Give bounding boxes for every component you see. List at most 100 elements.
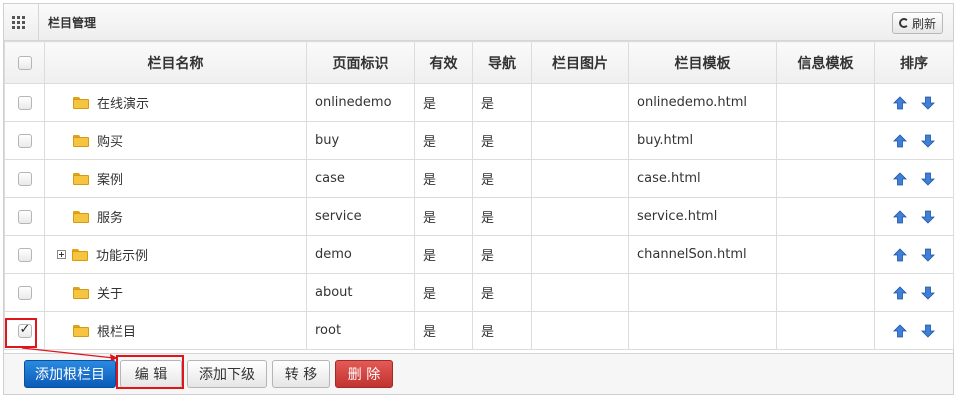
table-row[interactable]: 关于 about 是是 bbox=[4, 273, 954, 312]
table-row[interactable]: 功能示例 demo 是是 channelSon.html bbox=[4, 235, 954, 274]
info-template-cell bbox=[776, 121, 875, 160]
image-cell bbox=[531, 197, 629, 236]
nav-cell: 是 bbox=[472, 311, 532, 350]
sort-cell bbox=[874, 159, 954, 198]
add-child-button[interactable]: 添加下级 bbox=[187, 360, 267, 388]
column-header: 栏目图片 bbox=[531, 41, 629, 84]
move-up-icon[interactable] bbox=[893, 323, 907, 338]
annotation-arrow-icon bbox=[21, 347, 118, 361]
table-row[interactable]: 购买 buy 是是 buy.html bbox=[4, 121, 954, 160]
info-template-cell bbox=[776, 83, 875, 122]
move-down-icon[interactable] bbox=[921, 286, 935, 300]
channel-name: 功能示例 bbox=[96, 249, 149, 264]
refresh-label: 刷新 bbox=[911, 16, 936, 31]
channel-name: 在线演示 bbox=[97, 97, 150, 112]
template-cell: onlinedemo.html bbox=[628, 83, 777, 122]
move-down-icon[interactable] bbox=[921, 134, 935, 148]
row-checkbox[interactable] bbox=[17, 247, 32, 262]
move-up-icon[interactable] bbox=[893, 171, 907, 186]
folder-icon bbox=[73, 324, 89, 337]
valid-cell: 是 bbox=[414, 311, 473, 350]
row-checkbox[interactable] bbox=[17, 133, 32, 148]
table-row[interactable]: 服务 service 是是 service.html bbox=[4, 197, 954, 236]
table-row[interactable]: 在线演示 onlinedemo 是是 onlinedemo.html bbox=[4, 83, 954, 122]
move-up-icon[interactable] bbox=[893, 285, 907, 300]
row-checkbox[interactable] bbox=[17, 209, 32, 224]
panel-header: 栏目管理 刷新 bbox=[4, 4, 953, 41]
channel-name: 服务 bbox=[97, 211, 124, 226]
channel-name: 购买 bbox=[97, 135, 124, 150]
row-checkbox[interactable] bbox=[17, 171, 32, 186]
name-cell: 案例 bbox=[44, 159, 307, 198]
template-cell: service.html bbox=[628, 197, 777, 236]
move-up-icon[interactable] bbox=[893, 247, 907, 262]
delete-button[interactable]: 删 除 bbox=[335, 360, 393, 388]
image-cell bbox=[531, 159, 629, 198]
template-cell bbox=[628, 311, 777, 350]
info-template-cell bbox=[776, 159, 875, 198]
name-cell: 服务 bbox=[44, 197, 307, 236]
template-cell bbox=[628, 273, 777, 312]
folder-icon bbox=[73, 172, 89, 185]
grid-icon bbox=[12, 16, 26, 30]
page-id-cell: service bbox=[306, 197, 415, 236]
add-root-button[interactable]: 添加根栏目 bbox=[24, 360, 116, 388]
valid-cell: 是 bbox=[414, 197, 473, 236]
valid-cell: 是 bbox=[414, 273, 473, 312]
table-row[interactable]: 根栏目root是是 bbox=[4, 311, 954, 350]
column-header: 栏目名称 bbox=[44, 41, 307, 84]
channel-name: 案例 bbox=[97, 173, 124, 188]
move-up-icon[interactable] bbox=[893, 133, 907, 148]
move-down-icon[interactable] bbox=[921, 248, 935, 262]
image-cell bbox=[531, 273, 629, 312]
image-cell bbox=[531, 235, 629, 274]
move-up-icon[interactable] bbox=[893, 209, 907, 224]
move-up-icon[interactable] bbox=[893, 95, 907, 110]
valid-cell: 是 bbox=[414, 235, 473, 274]
channel-panel: 栏目管理 刷新 栏目名称 页面标识 有效 导航 栏目图片 栏目模板 信息模板 排… bbox=[3, 3, 954, 395]
valid-cell: 是 bbox=[414, 121, 473, 160]
page-id-cell: about bbox=[306, 273, 415, 312]
row-select-cell[interactable] bbox=[4, 273, 45, 312]
nav-cell: 是 bbox=[472, 159, 532, 198]
nav-cell: 是 bbox=[472, 235, 532, 274]
sort-cell bbox=[874, 83, 954, 122]
move-down-icon[interactable] bbox=[921, 210, 935, 224]
sort-cell bbox=[874, 121, 954, 160]
image-cell bbox=[531, 83, 629, 122]
row-checkbox[interactable] bbox=[17, 285, 32, 300]
name-cell: 关于 bbox=[44, 273, 307, 312]
valid-cell: 是 bbox=[414, 159, 473, 198]
refresh-icon bbox=[898, 18, 909, 28]
info-template-cell bbox=[776, 235, 875, 274]
select-all-cell[interactable] bbox=[4, 41, 45, 84]
page-id-cell: buy bbox=[306, 121, 415, 160]
sort-cell bbox=[874, 273, 954, 312]
panel-title: 栏目管理 bbox=[48, 16, 97, 30]
info-template-cell bbox=[776, 273, 875, 312]
select-all-checkbox[interactable] bbox=[17, 55, 32, 70]
header-divider bbox=[38, 4, 39, 40]
channel-table: 栏目名称 页面标识 有效 导航 栏目图片 栏目模板 信息模板 排序 在线演示 on… bbox=[4, 41, 954, 350]
row-select-cell[interactable] bbox=[4, 121, 45, 160]
row-select-cell[interactable] bbox=[4, 197, 45, 236]
row-select-cell[interactable] bbox=[4, 235, 45, 274]
image-cell bbox=[531, 311, 629, 350]
move-down-icon[interactable] bbox=[921, 324, 935, 338]
valid-cell: 是 bbox=[414, 83, 473, 122]
move-down-icon[interactable] bbox=[921, 172, 935, 186]
template-cell: channelSon.html bbox=[628, 235, 777, 274]
row-select-cell[interactable] bbox=[4, 83, 45, 122]
refresh-button[interactable]: 刷新 bbox=[891, 12, 943, 34]
table-row[interactable]: 案例 case 是是 case.html bbox=[4, 159, 954, 198]
folder-icon bbox=[73, 134, 89, 147]
row-select-cell[interactable] bbox=[4, 159, 45, 198]
column-header: 页面标识 bbox=[306, 41, 415, 84]
channel-name: 根栏目 bbox=[97, 325, 137, 340]
move-button[interactable]: 转 移 bbox=[272, 360, 330, 388]
row-checkbox[interactable] bbox=[17, 95, 32, 110]
column-header: 排序 bbox=[874, 41, 954, 84]
move-down-icon[interactable] bbox=[921, 96, 935, 110]
expand-icon[interactable] bbox=[57, 250, 66, 259]
nav-cell: 是 bbox=[472, 273, 532, 312]
